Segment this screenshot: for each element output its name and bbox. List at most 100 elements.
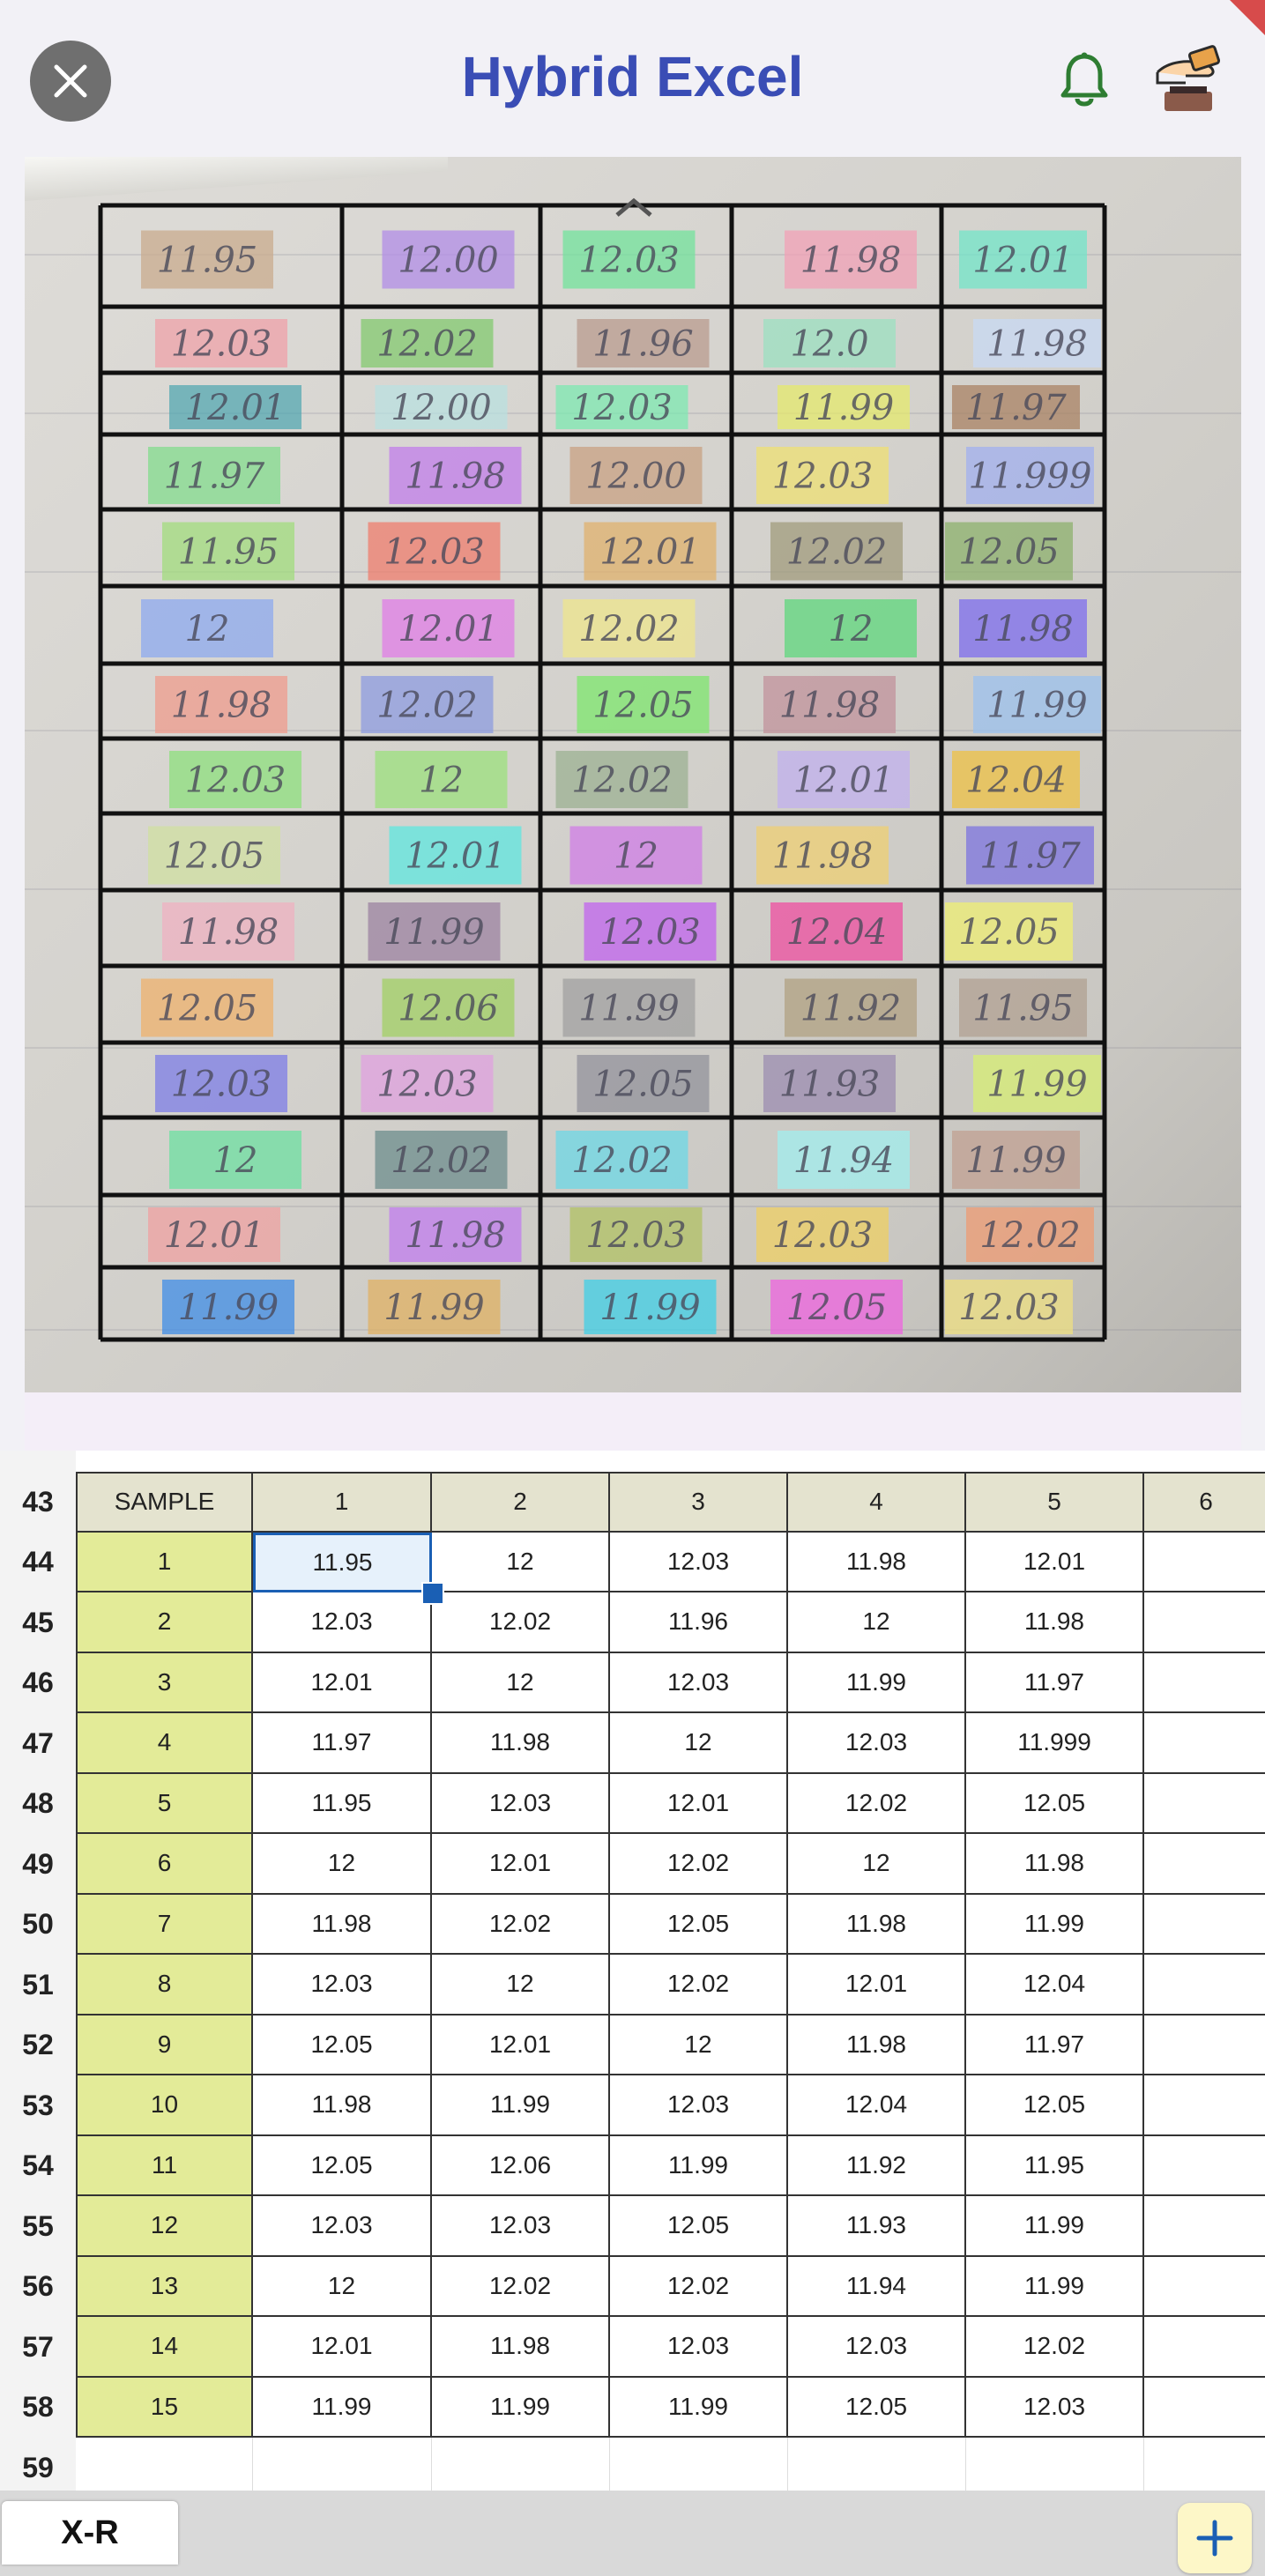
sample-cell[interactable]: 1 bbox=[76, 1532, 253, 1592]
upgrade-button[interactable] bbox=[1150, 42, 1226, 122]
value-cell[interactable]: 12.03 bbox=[432, 1773, 610, 1834]
value-cell[interactable]: 12.03 bbox=[253, 2196, 432, 2257]
selected-cell[interactable]: 11.95 bbox=[253, 1532, 432, 1592]
value-cell[interactable]: 12.03 bbox=[610, 1652, 788, 1713]
empty-cell[interactable] bbox=[1144, 2136, 1265, 2196]
value-cell[interactable]: 12.02 bbox=[610, 1955, 788, 2016]
column-header-6[interactable]: 6 bbox=[1144, 1472, 1265, 1533]
value-cell[interactable]: 11.98 bbox=[966, 1592, 1144, 1653]
row-number[interactable]: 47 bbox=[0, 1713, 76, 1774]
value-cell[interactable]: 12.03 bbox=[610, 2075, 788, 2136]
value-cell[interactable]: 11.99 bbox=[253, 2377, 432, 2438]
value-cell[interactable]: 11.95 bbox=[966, 2135, 1144, 2196]
sample-cell[interactable]: 8 bbox=[76, 1955, 253, 2016]
empty-cell[interactable] bbox=[1144, 1592, 1265, 1653]
value-cell[interactable]: 12.05 bbox=[788, 2377, 966, 2438]
empty-cell[interactable] bbox=[1144, 2317, 1265, 2378]
sample-cell[interactable]: 15 bbox=[76, 2377, 253, 2438]
row-number[interactable]: 53 bbox=[0, 2075, 76, 2136]
sample-cell[interactable]: 5 bbox=[76, 1773, 253, 1834]
value-cell[interactable]: 12.06 bbox=[432, 2135, 610, 2196]
sample-cell[interactable]: 2 bbox=[76, 1592, 253, 1653]
row-number[interactable]: 54 bbox=[0, 2135, 76, 2196]
empty-cell[interactable] bbox=[1144, 1713, 1265, 1774]
value-cell[interactable]: 12.05 bbox=[610, 2196, 788, 2257]
empty-cell[interactable] bbox=[1144, 1895, 1265, 1955]
value-cell[interactable]: 12.03 bbox=[788, 1713, 966, 1774]
value-cell[interactable]: 12 bbox=[610, 2015, 788, 2075]
value-cell[interactable]: 12.02 bbox=[432, 1592, 610, 1653]
sample-cell[interactable]: 13 bbox=[76, 2256, 253, 2317]
value-cell[interactable]: 11.97 bbox=[966, 2015, 1144, 2075]
row-number[interactable]: 52 bbox=[0, 2015, 76, 2075]
value-cell[interactable]: 12 bbox=[432, 1652, 610, 1713]
empty-cell[interactable] bbox=[610, 2438, 788, 2491]
empty-cell[interactable] bbox=[1144, 1533, 1265, 1592]
column-header-3[interactable]: 3 bbox=[610, 1472, 788, 1533]
value-cell[interactable]: 12.03 bbox=[610, 1532, 788, 1592]
empty-cell[interactable] bbox=[1144, 2438, 1265, 2491]
value-cell[interactable]: 12.02 bbox=[610, 1834, 788, 1895]
value-cell[interactable]: 11.99 bbox=[966, 1894, 1144, 1955]
sample-cell[interactable]: 10 bbox=[76, 2075, 253, 2136]
notifications-button[interactable] bbox=[1058, 51, 1111, 114]
value-cell[interactable]: 11.99 bbox=[966, 2256, 1144, 2317]
value-cell[interactable]: 12.05 bbox=[610, 1894, 788, 1955]
sample-cell[interactable]: 6 bbox=[76, 1834, 253, 1895]
sheet-tab-xr[interactable]: X-R bbox=[2, 2501, 178, 2565]
empty-cell[interactable] bbox=[788, 2438, 966, 2491]
row-number[interactable]: 51 bbox=[0, 1955, 76, 2016]
empty-cell[interactable] bbox=[1144, 2016, 1265, 2075]
sample-cell[interactable]: 3 bbox=[76, 1652, 253, 1713]
column-header-1[interactable]: 1 bbox=[253, 1472, 432, 1533]
row-number[interactable]: 58 bbox=[0, 2377, 76, 2438]
value-cell[interactable]: 11.97 bbox=[966, 1652, 1144, 1713]
value-cell[interactable]: 12.01 bbox=[432, 1834, 610, 1895]
column-header-2[interactable]: 2 bbox=[432, 1472, 610, 1533]
sample-cell[interactable]: 14 bbox=[76, 2317, 253, 2378]
value-cell[interactable]: 12.02 bbox=[966, 2317, 1144, 2378]
empty-cell[interactable] bbox=[1144, 1653, 1265, 1713]
value-cell[interactable]: 11.99 bbox=[966, 2196, 1144, 2257]
row-number[interactable]: 57 bbox=[0, 2317, 76, 2378]
value-cell[interactable]: 11.999 bbox=[966, 1713, 1144, 1774]
row-number[interactable]: 59 bbox=[0, 2438, 76, 2491]
value-cell[interactable]: 11.98 bbox=[788, 2015, 966, 2075]
value-cell[interactable]: 12.03 bbox=[253, 1955, 432, 2016]
value-cell[interactable]: 11.96 bbox=[610, 1592, 788, 1653]
value-cell[interactable]: 12 bbox=[253, 1834, 432, 1895]
sample-cell[interactable]: 7 bbox=[76, 1894, 253, 1955]
value-cell[interactable]: 12 bbox=[610, 1713, 788, 1774]
value-cell[interactable]: 12 bbox=[432, 1955, 610, 2016]
empty-cell[interactable] bbox=[76, 2438, 253, 2491]
sample-cell[interactable]: 9 bbox=[76, 2015, 253, 2075]
value-cell[interactable]: 11.99 bbox=[432, 2377, 610, 2438]
value-cell[interactable]: 12 bbox=[788, 1592, 966, 1653]
sample-cell[interactable]: 12 bbox=[76, 2196, 253, 2257]
value-cell[interactable]: 11.99 bbox=[432, 2075, 610, 2136]
add-sheet-button[interactable] bbox=[1178, 2503, 1252, 2573]
value-cell[interactable]: 11.98 bbox=[253, 2075, 432, 2136]
row-number[interactable]: 49 bbox=[0, 1834, 76, 1895]
value-cell[interactable]: 12.01 bbox=[253, 2317, 432, 2378]
value-cell[interactable]: 12.01 bbox=[610, 1773, 788, 1834]
column-header-4[interactable]: 4 bbox=[788, 1472, 966, 1533]
value-cell[interactable]: 11.97 bbox=[253, 1713, 432, 1774]
value-cell[interactable]: 12.01 bbox=[788, 1955, 966, 2016]
value-cell[interactable]: 12.04 bbox=[788, 2075, 966, 2136]
row-number[interactable]: 43 bbox=[0, 1472, 76, 1533]
value-cell[interactable]: 12.01 bbox=[253, 1652, 432, 1713]
column-header-5[interactable]: 5 bbox=[966, 1472, 1144, 1533]
sample-cell[interactable]: 4 bbox=[76, 1713, 253, 1774]
value-cell[interactable]: 12.03 bbox=[253, 1592, 432, 1653]
value-cell[interactable]: 12.03 bbox=[788, 2317, 966, 2378]
value-cell[interactable]: 12.01 bbox=[966, 1532, 1144, 1592]
empty-cell[interactable] bbox=[1144, 2257, 1265, 2317]
value-cell[interactable]: 12.02 bbox=[432, 1894, 610, 1955]
empty-cell[interactable] bbox=[1144, 1834, 1265, 1895]
empty-cell[interactable] bbox=[1144, 2075, 1265, 2136]
value-cell[interactable]: 11.99 bbox=[610, 2135, 788, 2196]
value-cell[interactable]: 12.05 bbox=[253, 2135, 432, 2196]
value-cell[interactable]: 11.94 bbox=[788, 2256, 966, 2317]
value-cell[interactable]: 12.04 bbox=[966, 1955, 1144, 2016]
